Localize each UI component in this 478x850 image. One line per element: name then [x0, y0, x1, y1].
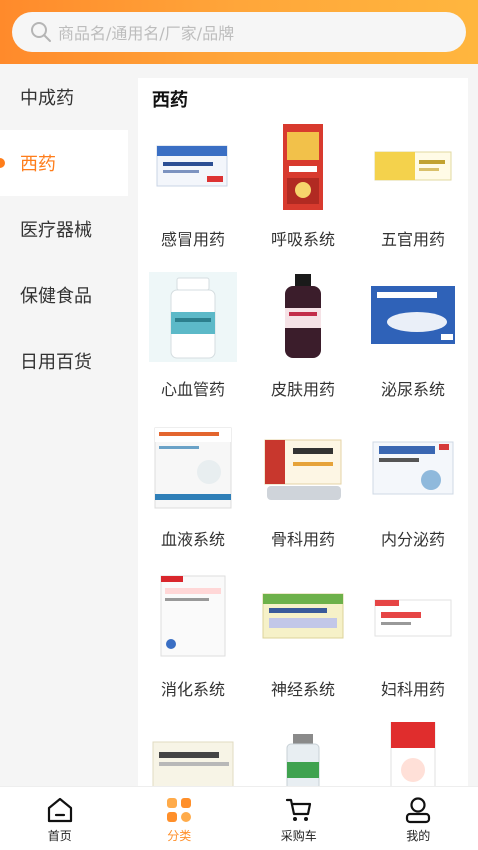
medicine-box-image [160, 575, 226, 657]
category-sidebar: 中成药 西药 医疗器械 保健食品 日用百货 [0, 64, 128, 786]
bottom-tab-bar: 首页 分类 采购车 我的 [0, 786, 478, 850]
category-item-row5-1[interactable] [138, 722, 248, 786]
category-label: 泌尿系统 [380, 380, 445, 399]
sidebar-item-label: 医疗器械 [20, 220, 92, 241]
header-bar: 商品名/通用名/厂家/品牌 [0, 0, 478, 64]
medicine-box-image [262, 593, 344, 639]
category-content: 西药 感冒用药 呼吸系统 五官用药 心血管药 皮肤用药 泌尿系统 血液系统 骨科… [138, 78, 468, 786]
category-label: 皮肤用药 [270, 380, 335, 399]
category-item-row5-2[interactable] [248, 722, 358, 786]
tab-label: 采购车 [280, 829, 317, 843]
medicine-box-image [283, 124, 323, 210]
category-label: 骨科用药 [270, 530, 335, 549]
category-label: 心血管药 [160, 380, 225, 399]
search-icon [30, 21, 52, 43]
category-label: 神经系统 [270, 680, 335, 699]
category-item-digestive[interactable]: 消化系统 [138, 572, 248, 722]
category-label: 妇科用药 [380, 680, 445, 699]
category-item-endocrine[interactable]: 内分泌药 [358, 422, 468, 572]
medicine-box-image [372, 441, 454, 495]
tab-label: 分类 [167, 829, 192, 843]
sidebar-item-medical-devices[interactable]: 医疗器械 [0, 196, 128, 262]
category-label: 消化系统 [160, 680, 225, 699]
tab-profile[interactable]: 我的 [359, 787, 478, 850]
category-label: 五官用药 [380, 230, 445, 249]
medicine-box-image [152, 741, 234, 786]
medicine-box-image [154, 427, 232, 509]
category-item-blood[interactable]: 血液系统 [138, 422, 248, 572]
category-item-ent[interactable]: 五官用药 [358, 122, 468, 272]
category-item-row5-3[interactable] [358, 722, 468, 786]
sidebar-item-chinese-medicine[interactable]: 中成药 [0, 64, 128, 130]
cart-icon [285, 798, 311, 821]
section-title: 西药 [152, 90, 188, 111]
medicine-box-image [264, 439, 342, 500]
medicine-box-image [149, 272, 237, 362]
category-item-respiratory[interactable]: 呼吸系统 [248, 122, 358, 272]
tab-home[interactable]: 首页 [0, 787, 120, 850]
tab-label: 我的 [406, 829, 431, 843]
sidebar-item-health-food[interactable]: 保健食品 [0, 262, 128, 328]
medicine-box-image [374, 599, 452, 637]
category-label: 感冒用药 [160, 230, 225, 249]
category-label: 血液系统 [160, 530, 225, 549]
category-item-dermatology[interactable]: 皮肤用药 [248, 272, 358, 422]
profile-icon [406, 797, 431, 824]
medicine-box-image [371, 286, 455, 344]
sidebar-item-label: 保健食品 [20, 286, 92, 307]
category-item-neurology[interactable]: 神经系统 [248, 572, 358, 722]
category-icon [167, 798, 192, 822]
search-bar[interactable]: 商品名/通用名/厂家/品牌 [12, 12, 466, 52]
category-item-urology[interactable]: 泌尿系统 [358, 272, 468, 422]
sidebar-item-western-medicine[interactable]: 西药 [0, 130, 128, 196]
category-item-cardiovascular[interactable]: 心血管药 [138, 272, 248, 422]
active-indicator [0, 158, 5, 168]
search-input[interactable]: 商品名/通用名/厂家/品牌 [58, 20, 234, 44]
sidebar-item-daily-goods[interactable]: 日用百货 [0, 328, 128, 394]
category-label: 呼吸系统 [270, 230, 335, 249]
tab-category[interactable]: 分类 [120, 787, 240, 850]
tab-label: 首页 [47, 829, 72, 843]
category-label: 内分泌药 [380, 530, 445, 549]
medicine-box-image [285, 274, 321, 358]
sidebar-item-label: 日用百货 [20, 352, 92, 373]
category-item-gynecology[interactable]: 妇科用药 [358, 572, 468, 722]
medicine-box-image [390, 722, 436, 786]
sidebar-item-label: 西药 [20, 154, 56, 175]
medicine-box-image [156, 145, 228, 187]
sidebar-item-label: 中成药 [20, 88, 74, 109]
category-item-cold[interactable]: 感冒用药 [138, 122, 248, 272]
category-item-orthopedics[interactable]: 骨科用药 [248, 422, 358, 572]
medicine-box-image [374, 151, 452, 181]
home-icon [47, 797, 72, 823]
tab-cart[interactable]: 采购车 [239, 787, 359, 850]
medicine-box-image [286, 734, 320, 786]
